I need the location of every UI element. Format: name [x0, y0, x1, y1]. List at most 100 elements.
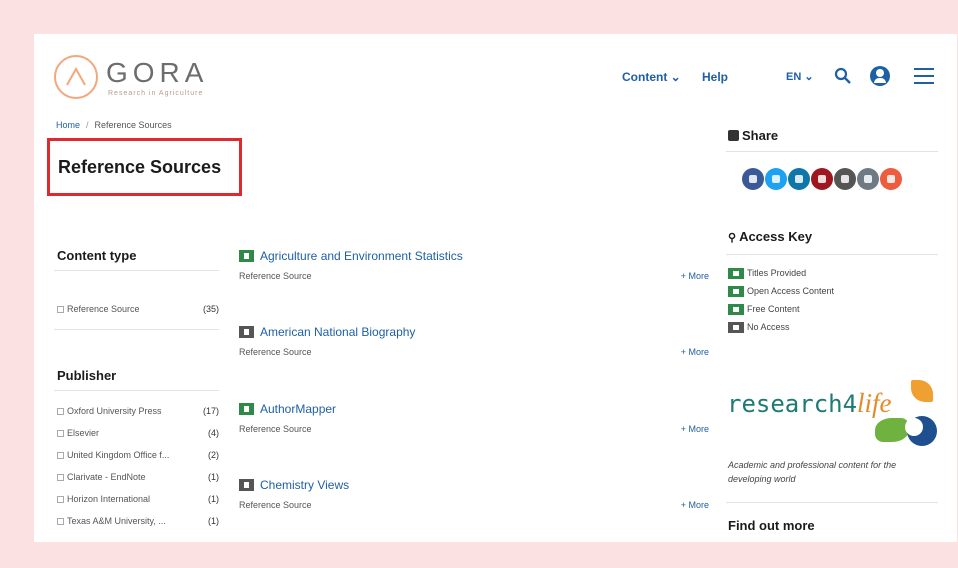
free-content-icon	[728, 304, 744, 316]
hamburger-menu-icon[interactable]	[914, 68, 934, 89]
research4life-life: life	[857, 388, 892, 418]
divider	[726, 151, 938, 152]
facet-option[interactable]: Reference Source (35)	[57, 304, 219, 318]
facet-option-count: (2)	[208, 450, 219, 460]
share-icon	[728, 130, 739, 141]
facet-option[interactable]: Oxford University Press (17)	[57, 406, 219, 420]
result-title-link[interactable]: Chemistry Views	[260, 478, 349, 492]
more-link[interactable]: + More	[681, 424, 709, 434]
search-icon[interactable]	[834, 67, 852, 88]
result-item: American National Biography Reference So…	[239, 325, 709, 365]
share-buttons	[742, 168, 903, 190]
facet-option[interactable]: Elsevier (4)	[57, 428, 219, 442]
access-key-label: Open Access Content	[747, 286, 835, 296]
facet-option[interactable]: United Kingdom Office f... (2)	[57, 450, 219, 464]
divider	[54, 329, 219, 330]
access-badge-icon	[239, 326, 254, 338]
checkbox[interactable]	[57, 306, 64, 314]
facet-option-count: (1)	[208, 472, 219, 482]
leaf-icon	[905, 416, 937, 446]
access-badge-icon	[239, 403, 254, 415]
access-key-heading-label: Access Key	[739, 229, 813, 244]
more-share-icon[interactable]	[880, 168, 902, 190]
access-key-item: Free Content	[728, 304, 800, 317]
no-access-icon	[728, 322, 744, 334]
page-title: Reference Sources	[58, 157, 222, 177]
result-type: Reference Source	[239, 500, 312, 510]
content-menu-label: Content	[622, 70, 668, 84]
facet-option[interactable]: Horizon International (1)	[57, 494, 219, 508]
access-badge-icon	[239, 479, 254, 491]
divider	[54, 270, 219, 271]
result-title-link[interactable]: Agriculture and Environment Statistics	[260, 249, 463, 263]
facebook-icon[interactable]	[742, 168, 764, 190]
linkedin-icon[interactable]	[788, 168, 810, 190]
facet-option-label: Texas A&M University, ...	[67, 516, 166, 526]
facet-option-count: (4)	[208, 428, 219, 438]
chevron-down-icon: ⌄	[804, 71, 814, 83]
checkbox[interactable]	[57, 474, 64, 482]
divider	[726, 254, 938, 255]
open-access-icon	[728, 286, 744, 298]
result-type: Reference Source	[239, 424, 312, 434]
help-link[interactable]: Help	[702, 70, 728, 84]
language-selector[interactable]: EN ⌄	[786, 70, 814, 83]
access-key-label: Free Content	[747, 304, 800, 314]
checkbox[interactable]	[57, 518, 64, 526]
top-nav: Content ⌄ Help EN ⌄	[34, 66, 957, 90]
result-type: Reference Source	[239, 271, 312, 281]
checkbox[interactable]	[57, 452, 64, 460]
chevron-down-icon: ⌄	[670, 70, 681, 84]
facet-option-label: Reference Source	[67, 304, 140, 314]
twitter-icon[interactable]	[765, 168, 787, 190]
facet-option-count: (17)	[202, 406, 219, 416]
facet-option-count: (1)	[208, 494, 219, 504]
breadcrumb-separator: /	[86, 120, 89, 130]
leaf-icon	[911, 380, 933, 402]
email-icon[interactable]	[857, 168, 879, 190]
access-key-item: Titles Provided	[728, 268, 806, 281]
mendeley-icon[interactable]	[811, 168, 833, 190]
facet-heading-publisher: Publisher	[57, 368, 117, 383]
breadcrumb-home[interactable]: Home	[56, 120, 80, 130]
facet-option-label: United Kingdom Office f...	[67, 450, 170, 460]
access-key-item: Open Access Content	[728, 286, 834, 299]
research4life-wordmark: research4life	[727, 388, 892, 419]
divider	[54, 390, 219, 391]
divider	[726, 502, 938, 503]
checkbox[interactable]	[57, 496, 64, 504]
access-key-label: No Access	[747, 322, 790, 332]
research4life-logo[interactable]: research4life	[727, 380, 942, 460]
checkbox[interactable]	[57, 408, 64, 416]
result-type: Reference Source	[239, 347, 312, 357]
facet-option-count: (35)	[202, 304, 219, 314]
facet-option-label: Clarivate - EndNote	[67, 472, 146, 482]
facet-heading-content-type: Content type	[57, 248, 137, 263]
more-link[interactable]: + More	[681, 347, 709, 357]
facet-option[interactable]: Clarivate - EndNote (1)	[57, 472, 219, 486]
facet-option-label: Oxford University Press	[67, 406, 162, 416]
more-link[interactable]: + More	[681, 500, 709, 510]
key-icon: ⚲	[728, 232, 737, 244]
language-label: EN	[786, 71, 802, 83]
access-key-heading: ⚲ Access Key	[728, 229, 812, 244]
content-menu[interactable]: Content ⌄	[622, 70, 681, 84]
logo-tagline: Research in Agriculture	[108, 90, 204, 97]
user-account-icon[interactable]	[870, 66, 890, 86]
find-out-more-heading[interactable]: Find out more	[728, 518, 815, 533]
more-link[interactable]: + More	[681, 271, 709, 281]
facet-option-label: Horizon International	[67, 494, 151, 504]
result-title-link[interactable]: American National Biography	[260, 325, 415, 339]
research4life-description: Academic and professional content for th…	[728, 460, 897, 484]
result-item: AuthorMapper Reference Source + More	[239, 402, 709, 442]
result-title-link[interactable]: AuthorMapper	[260, 402, 336, 416]
checkbox[interactable]	[57, 430, 64, 438]
access-badge-icon	[239, 250, 254, 262]
facet-option-count: (1)	[208, 516, 219, 526]
title-highlight-box: Reference Sources	[47, 138, 242, 196]
facet-option[interactable]: Texas A&M University, ... (1)	[57, 516, 219, 530]
print-icon[interactable]	[834, 168, 856, 190]
page: GORA Research in Agriculture Content ⌄ H…	[34, 34, 957, 542]
breadcrumb-current: Reference Sources	[94, 120, 172, 130]
research4life-brand: research4	[727, 390, 858, 418]
